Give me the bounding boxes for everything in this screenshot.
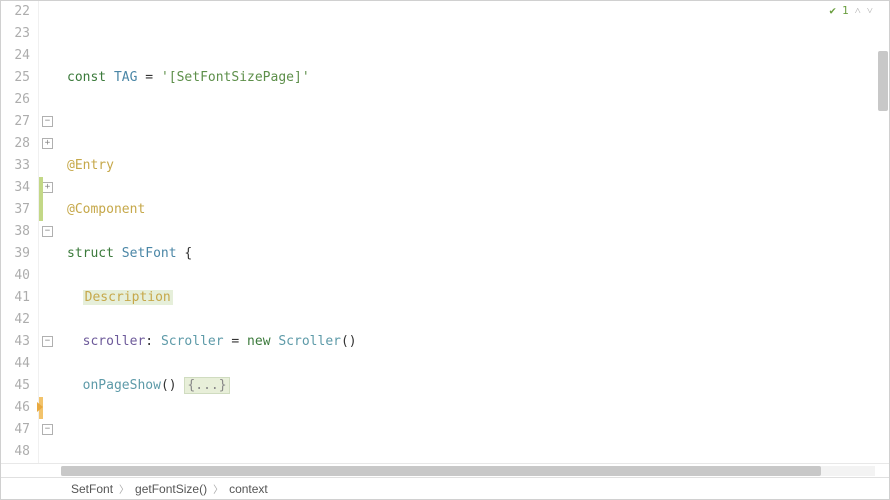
breadcrumb-item[interactable]: context bbox=[229, 482, 268, 496]
line-number: 41 bbox=[5, 287, 30, 309]
line-number: 22 bbox=[5, 1, 30, 23]
line-number: 43 bbox=[5, 331, 30, 353]
check-icon: ✔ bbox=[829, 4, 836, 17]
horizontal-scrollbar[interactable] bbox=[1, 463, 889, 477]
marker-strip[interactable] bbox=[875, 1, 889, 463]
line-number: 47 bbox=[5, 419, 30, 441]
line-number: 27 bbox=[5, 111, 30, 133]
inspection-badge[interactable]: ✔ 1 ˄ ˅ bbox=[829, 4, 873, 17]
breadcrumb: SetFont 〉 getFontSize() 〉 context bbox=[1, 477, 889, 499]
bookmark-icon[interactable] bbox=[37, 402, 43, 412]
change-marker bbox=[39, 177, 43, 199]
line-number: 24 bbox=[5, 45, 30, 67]
line-number: 39 bbox=[5, 243, 30, 265]
code-lines[interactable]: const TAG = '[SetFontSizePage]' @Entry @… bbox=[59, 1, 889, 463]
horizontal-scrollbar-thumb[interactable] bbox=[61, 466, 821, 476]
fold-toggle-icon[interactable]: − bbox=[42, 336, 53, 347]
line-number: 28 bbox=[5, 133, 30, 155]
fold-toggle-icon[interactable]: − bbox=[42, 226, 53, 237]
chevron-down-icon[interactable]: ˅ bbox=[867, 4, 873, 17]
change-marker bbox=[39, 199, 43, 221]
code-area[interactable]: ✔ 1 ˄ ˅ const TAG = '[SetFontSizePage]' @… bbox=[59, 1, 889, 463]
line-number: 23 bbox=[5, 23, 30, 45]
code-editor: 22 23 24 25 26 27 28 33 34 37 38 39 40 4… bbox=[0, 0, 890, 500]
folded-block[interactable]: {...} bbox=[184, 377, 229, 394]
vertical-scrollbar-thumb[interactable] bbox=[878, 51, 888, 111]
line-number-gutter: 22 23 24 25 26 27 28 33 34 37 38 39 40 4… bbox=[1, 1, 39, 463]
line-number: 26 bbox=[5, 89, 30, 111]
breadcrumb-item[interactable]: getFontSize() bbox=[135, 482, 207, 496]
chevron-right-icon: 〉 bbox=[119, 481, 129, 496]
description-fold[interactable]: Description bbox=[83, 290, 173, 305]
line-number: 46 bbox=[5, 397, 30, 419]
line-number: 44 bbox=[5, 353, 30, 375]
inspection-count: 1 bbox=[842, 4, 849, 17]
chevron-up-icon[interactable]: ˄ bbox=[855, 4, 861, 17]
fold-toggle-icon[interactable]: + bbox=[42, 138, 53, 149]
line-number: 42 bbox=[5, 309, 30, 331]
chevron-right-icon: 〉 bbox=[213, 481, 223, 496]
line-number: 48 bbox=[5, 441, 30, 463]
fold-toggle-icon[interactable]: + bbox=[42, 182, 53, 193]
line-number: 33 bbox=[5, 155, 30, 177]
line-number: 45 bbox=[5, 375, 30, 397]
fold-toggle-icon[interactable]: − bbox=[42, 424, 53, 435]
line-number: 34 bbox=[5, 177, 30, 199]
editor-main: 22 23 24 25 26 27 28 33 34 37 38 39 40 4… bbox=[1, 1, 889, 463]
line-number: 38 bbox=[5, 221, 30, 243]
line-number: 40 bbox=[5, 265, 30, 287]
fold-gutter: − + + − − − bbox=[39, 1, 59, 463]
breadcrumb-item[interactable]: SetFont bbox=[71, 482, 113, 496]
fold-toggle-icon[interactable]: − bbox=[42, 116, 53, 127]
line-number: 25 bbox=[5, 67, 30, 89]
line-number: 37 bbox=[5, 199, 30, 221]
